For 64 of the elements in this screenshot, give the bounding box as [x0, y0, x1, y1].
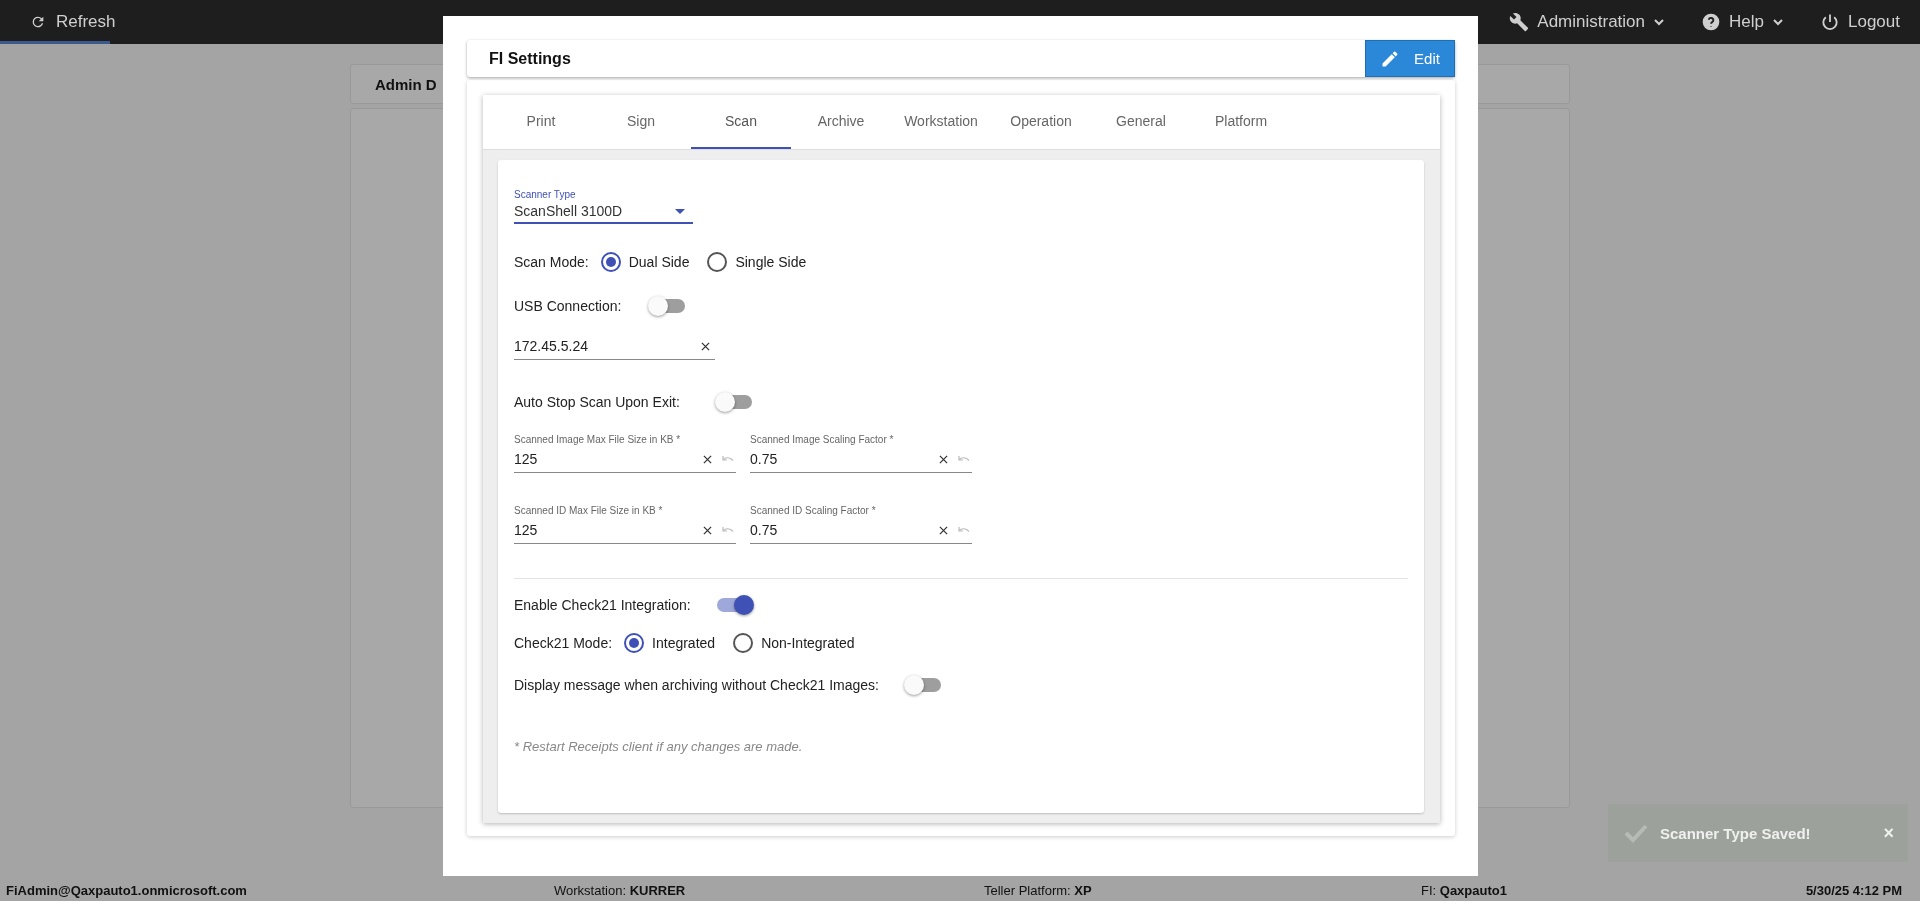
- admin-tab[interactable]: Admin D: [375, 75, 437, 93]
- tab[interactable]: General: [1091, 95, 1191, 149]
- refresh-button[interactable]: Refresh: [30, 12, 116, 32]
- logout-button[interactable]: Logout: [1820, 12, 1900, 32]
- clear-icon[interactable]: [701, 341, 710, 351]
- radio-option[interactable]: Integrated: [624, 633, 716, 653]
- toggle-switch[interactable]: [651, 299, 686, 313]
- radio-option[interactable]: Non-Integrated: [733, 633, 855, 653]
- field-label: Scanned Image Scaling Factor *: [750, 434, 895, 445]
- status-item: Teller Platform: XP: [984, 882, 1093, 898]
- chevron-icon: [1772, 16, 1784, 28]
- number-field[interactable]: 125: [514, 449, 736, 473]
- undo-icon[interactable]: [958, 525, 970, 535]
- menu-button[interactable]: Administration: [1509, 12, 1666, 32]
- clear-icon[interactable]: [939, 525, 948, 535]
- radio-option[interactable]: Dual Side: [600, 252, 690, 272]
- undo-icon[interactable]: [722, 525, 734, 535]
- toggle-switch[interactable]: [716, 598, 751, 612]
- user-email: FiAdmin@Qaxpauto1.onmicrosoft.com: [6, 882, 248, 898]
- number-field[interactable]: 125: [514, 520, 736, 544]
- clear-icon[interactable]: [703, 525, 712, 535]
- chevron-icon: [1653, 16, 1666, 28]
- check-icon: [1624, 823, 1648, 843]
- tab[interactable]: Workstation: [891, 95, 991, 149]
- undo-icon[interactable]: [958, 454, 970, 464]
- display-message-label: Display message when archiving without Check21 Images:: [514, 677, 879, 693]
- ip-address-field[interactable]: 172.45.5.24: [514, 336, 715, 360]
- clear-icon[interactable]: [703, 454, 712, 464]
- number-field[interactable]: 0.75: [750, 520, 972, 544]
- usb-connection-label: USB Connection:: [514, 298, 622, 314]
- field-label: Scanned Image Max File Size in KB *: [514, 434, 682, 445]
- edit-button[interactable]: Edit: [1365, 40, 1455, 77]
- wrench-icon: [1509, 12, 1530, 32]
- check21-mode-label: Check21 Mode:: [514, 635, 613, 651]
- toggle-switch[interactable]: [906, 678, 941, 692]
- status-item: Workstation: KURRER: [554, 882, 687, 898]
- menu-button[interactable]: Help: [1701, 12, 1784, 32]
- restart-note: * Restart Receipts client if any changes are made.: [514, 739, 804, 754]
- field-label: Scanned ID Max File Size in KB *: [514, 505, 664, 516]
- toast-message: Scanner Type Saved!: [1660, 824, 1812, 842]
- undo-icon[interactable]: [722, 454, 734, 464]
- dialog-title: FI Settings: [489, 49, 571, 68]
- refresh-icon: [30, 14, 46, 30]
- help-icon: [1701, 12, 1722, 32]
- auto-stop-label: Auto Stop Scan Upon Exit:: [514, 394, 680, 410]
- scan-mode-label: Scan Mode:: [514, 254, 589, 270]
- field-label: Scanner Type: [514, 189, 577, 200]
- tab[interactable]: Sign: [591, 95, 691, 149]
- check21-label: Enable Check21 Integration:: [514, 597, 691, 613]
- tab[interactable]: Archive: [791, 95, 891, 149]
- radio-option[interactable]: Single Side: [707, 252, 807, 272]
- number-field[interactable]: 0.75: [750, 449, 972, 473]
- caret-icon: [675, 208, 685, 214]
- tab[interactable]: Print: [491, 95, 591, 149]
- status-item: FI: Qaxpauto1: [1421, 882, 1508, 898]
- toggle-switch[interactable]: [717, 395, 752, 409]
- field-label: Scanned ID Scaling Factor *: [750, 505, 877, 516]
- clear-icon[interactable]: [939, 454, 948, 464]
- tab[interactable]: Operation: [991, 95, 1091, 149]
- date-time: 5/30/25 4:12 PM: [1805, 882, 1902, 898]
- power-icon: [1820, 12, 1840, 32]
- field-value: ScanShell 3100D: [514, 203, 623, 219]
- tab[interactable]: Platform: [1191, 95, 1291, 149]
- scanner-type-select[interactable]: Scanner Type ScanShell 3100D: [514, 189, 693, 224]
